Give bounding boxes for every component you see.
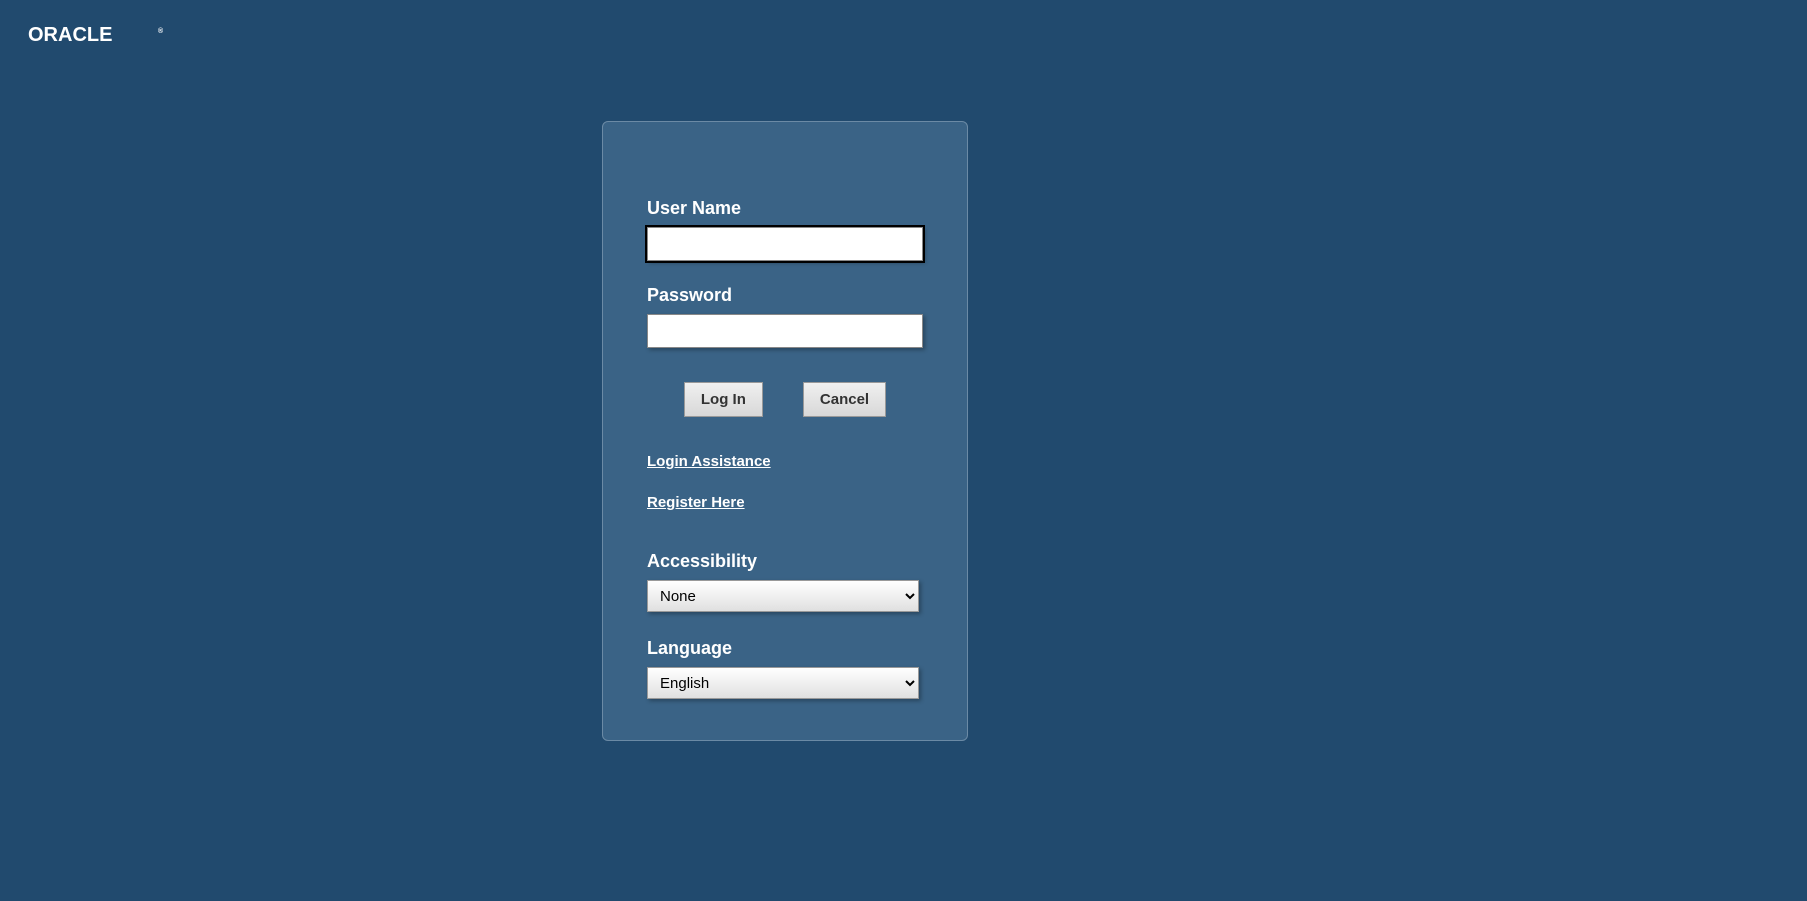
login-assistance-link[interactable]: Login Assistance	[647, 453, 923, 470]
cancel-button[interactable]: Cancel	[803, 382, 886, 417]
oracle-logo: ORACLE ®	[28, 24, 163, 52]
spacer	[647, 535, 923, 551]
username-input[interactable]	[647, 227, 923, 261]
login-button[interactable]: Log In	[684, 382, 763, 417]
svg-text:®: ®	[158, 27, 163, 35]
language-select[interactable]: English	[647, 667, 919, 699]
username-label: User Name	[647, 198, 923, 219]
password-input[interactable]	[647, 314, 923, 348]
accessibility-select[interactable]: None	[647, 580, 919, 612]
accessibility-label: Accessibility	[647, 551, 923, 572]
button-row: Log In Cancel	[647, 382, 923, 417]
language-label: Language	[647, 638, 923, 659]
oracle-logo-svg: ORACLE ®	[28, 25, 163, 45]
register-here-link[interactable]: Register Here	[647, 494, 923, 511]
svg-text:ORACLE: ORACLE	[28, 25, 112, 45]
password-label: Password	[647, 285, 923, 306]
login-panel: User Name Password Log In Cancel Login A…	[602, 121, 968, 741]
